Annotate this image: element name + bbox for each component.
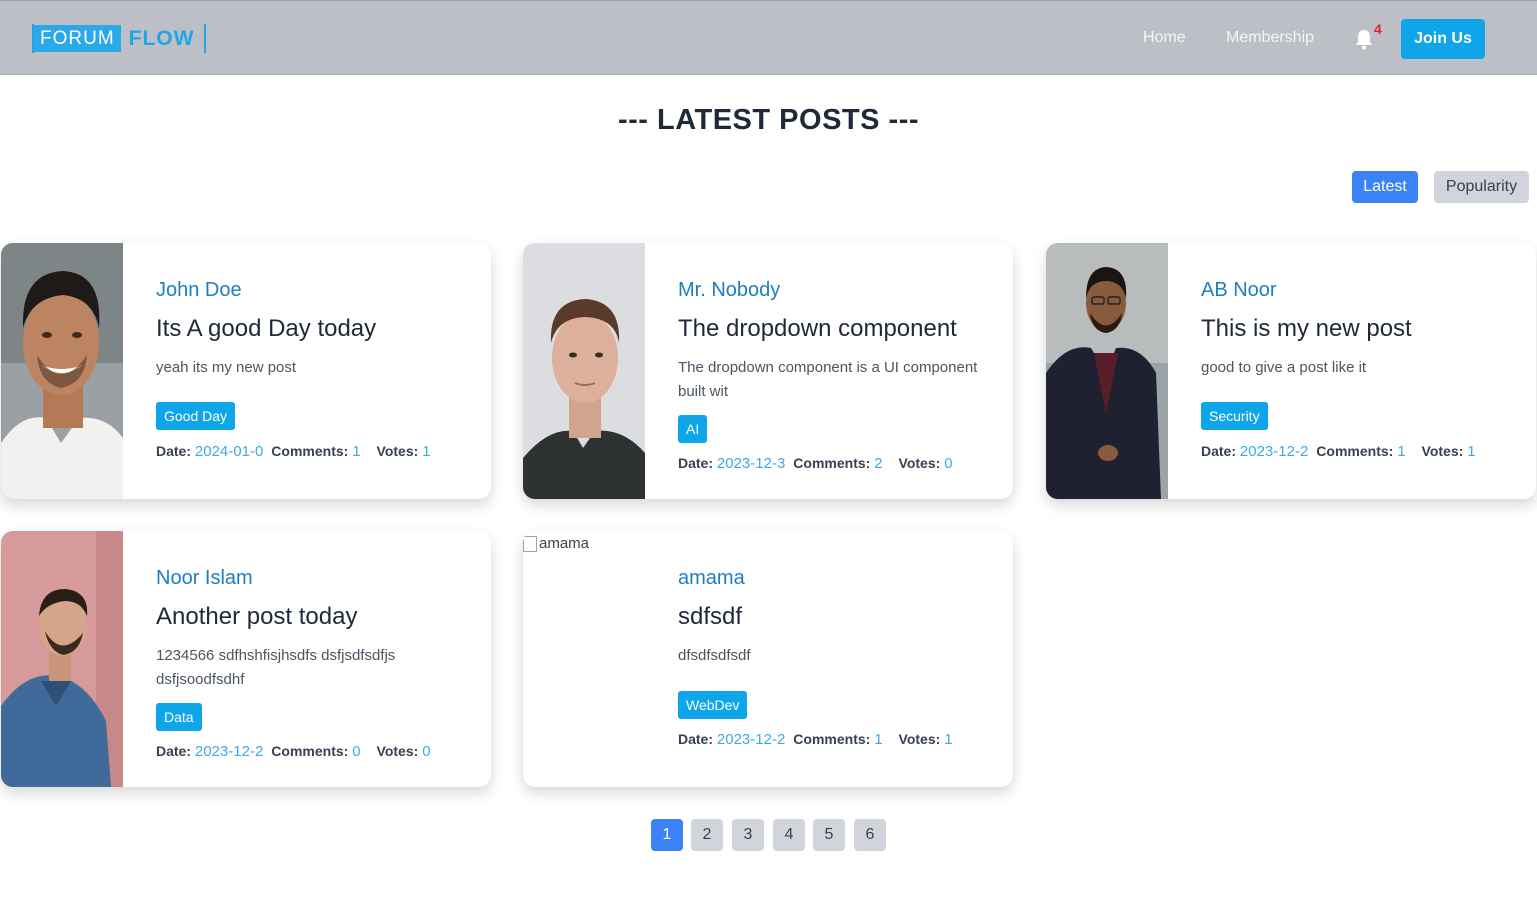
post-comments: 0 (352, 743, 361, 760)
post-meta: Date: 2024-01-0 Comments: 1 Votes: 1 (156, 443, 431, 460)
post-comments: 1 (874, 731, 883, 748)
post-comments: 1 (352, 443, 361, 460)
post-date: 2023-12-2 (1239, 443, 1309, 460)
post-tag[interactable]: AI (678, 415, 708, 443)
broken-image: amama (523, 535, 589, 552)
post-date: 2023-12-2 (716, 731, 786, 748)
date-label: Date: (678, 455, 714, 471)
post-meta: Date: 2023-12-2 Comments: 1 Votes: 1 (1201, 443, 1476, 460)
date-label: Date: (156, 743, 192, 759)
post-comments: 2 (874, 455, 883, 472)
sort-popularity-button[interactable]: Popularity (1434, 171, 1529, 203)
join-us-button[interactable]: Join Us (1401, 19, 1485, 59)
post-author[interactable]: AB Noor (1201, 279, 1277, 302)
post-tag[interactable]: Security (1201, 402, 1268, 430)
navbar: FORUM FLOW Home Membership 4 Join Us (0, 0, 1537, 75)
post-tag[interactable]: Data (156, 703, 202, 731)
post-title[interactable]: This is my new post (1201, 315, 1412, 343)
author-photo (1, 531, 123, 787)
comments-label: Comments: (793, 455, 871, 471)
post-author[interactable]: Mr. Nobody (678, 279, 780, 302)
post-comments: 1 (1397, 443, 1406, 460)
post-meta: Date: 2023-12-2 Comments: 0 Votes: 0 (156, 743, 431, 760)
sort-latest-button[interactable]: Latest (1352, 171, 1418, 203)
post-votes: 0 (422, 743, 431, 760)
author-photo: amama (523, 531, 645, 787)
nav-home-link[interactable]: Home (1143, 29, 1186, 47)
page-button-1[interactable]: 1 (651, 819, 683, 851)
logo[interactable]: FORUM FLOW (32, 24, 207, 53)
post-card[interactable]: AB Noor This is my new post good to give… (1046, 243, 1536, 499)
comments-label: Comments: (271, 743, 349, 759)
comments-label: Comments: (793, 731, 871, 747)
post-description: The dropdown component is a UI component… (678, 359, 978, 400)
post-card[interactable]: Mr. Nobody The dropdown component The dr… (523, 243, 1013, 499)
comments-label: Comments: (1316, 443, 1394, 459)
votes-label: Votes: (376, 743, 419, 759)
page-button-2[interactable]: 2 (691, 819, 723, 851)
post-author[interactable]: John Doe (156, 279, 242, 302)
post-description: yeah its my new post (156, 359, 297, 376)
post-votes: 1 (944, 731, 953, 748)
post-description: dfsdfsdfsdf (678, 647, 751, 664)
page-button-3[interactable]: 3 (732, 819, 764, 851)
notification-count-badge: 4 (1374, 21, 1382, 37)
post-author[interactable]: Noor Islam (156, 567, 253, 590)
post-date: 2024-01-0 (194, 443, 264, 460)
broken-image-icon (523, 535, 537, 552)
logo-flow-text: FLOW (128, 26, 195, 50)
votes-label: Votes: (898, 455, 941, 471)
date-label: Date: (678, 731, 714, 747)
post-card[interactable]: Noor Islam Another post today 1234566 sd… (1, 531, 491, 787)
votes-label: Votes: (898, 731, 941, 747)
votes-label: Votes: (1421, 443, 1464, 459)
date-label: Date: (156, 443, 192, 459)
votes-label: Votes: (376, 443, 419, 459)
post-meta: Date: 2023-12-3 Comments: 2 Votes: 0 (678, 455, 953, 472)
post-tag[interactable]: Good Day (156, 402, 236, 430)
page-button-6[interactable]: 6 (854, 819, 886, 851)
comments-label: Comments: (271, 443, 349, 459)
post-votes: 0 (944, 455, 953, 472)
image-alt-text: amama (539, 535, 590, 552)
post-author[interactable]: amama (678, 567, 745, 590)
post-tag[interactable]: WebDev (678, 691, 748, 719)
post-votes: 1 (422, 443, 431, 460)
bell-icon[interactable] (1354, 28, 1374, 50)
page-button-5[interactable]: 5 (813, 819, 845, 851)
author-photo (1046, 243, 1168, 499)
post-title[interactable]: Its A good Day today (156, 315, 376, 343)
post-title[interactable]: sdfsdf (678, 603, 742, 631)
logo-forum-text: FORUM (34, 25, 121, 52)
post-title[interactable]: The dropdown component (678, 315, 957, 343)
post-date: 2023-12-3 (716, 455, 786, 472)
post-description: 1234566 sdfhshfisjhsdfs dsfjsdfsdfjs dsf… (156, 647, 396, 688)
post-card[interactable]: John Doe Its A good Day today yeah its m… (1, 243, 491, 499)
author-photo (1, 243, 123, 499)
page-button-4[interactable]: 4 (773, 819, 805, 851)
author-photo (523, 243, 645, 499)
post-title[interactable]: Another post today (156, 603, 357, 631)
page-title: --- LATEST POSTS --- (617, 104, 920, 136)
post-date: 2023-12-2 (194, 743, 264, 760)
post-votes: 1 (1467, 443, 1476, 460)
post-meta: Date: 2023-12-2 Comments: 1 Votes: 1 (678, 731, 953, 748)
nav-membership-link[interactable]: Membership (1226, 29, 1314, 47)
post-card[interactable]: amama amama sdfsdf dfsdfsdfsdf WebDev Da… (523, 531, 1013, 787)
post-description: good to give a post like it (1201, 359, 1367, 376)
date-label: Date: (1201, 443, 1237, 459)
